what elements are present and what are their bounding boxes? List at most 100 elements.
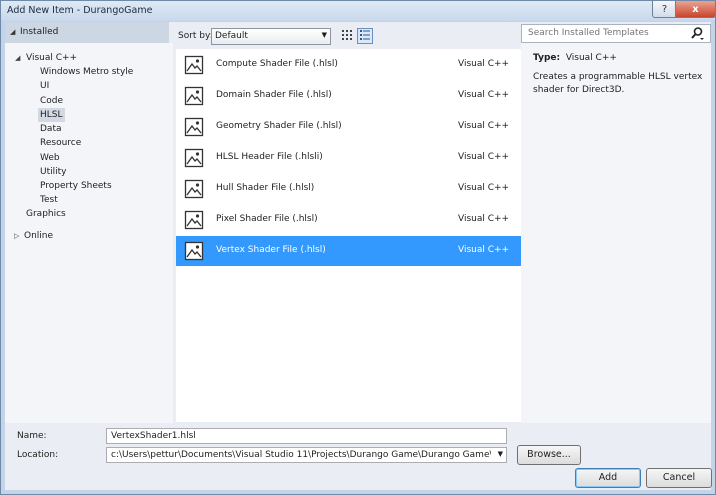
image-file-icon — [184, 117, 204, 137]
list-toolbar: Sort by: Default ▼ — [173, 22, 521, 50]
close-button[interactable]: x — [675, 1, 716, 18]
location-combobox[interactable]: ▼ — [106, 447, 507, 463]
sort-by-label: Sort by: — [178, 31, 213, 41]
cancel-label: Cancel — [662, 472, 696, 483]
collapse-icon: ◢ — [15, 54, 21, 62]
tree-item-visual-cpp[interactable]: ◢ Visual C++ — [15, 51, 78, 65]
image-file-icon — [184, 148, 204, 168]
chevron-down-icon[interactable]: ▼ — [498, 450, 503, 458]
expand-icon: ▷ — [14, 232, 20, 240]
list-view-icon — [360, 30, 370, 40]
add-button[interactable]: Add — [575, 468, 641, 488]
tree-item-label: Code — [40, 96, 64, 106]
template-language: Visual C++ — [458, 245, 510, 255]
tree-item-label: Data — [40, 124, 62, 134]
sort-by-select[interactable]: Default ▼ — [211, 28, 331, 45]
tree-item-resource[interactable]: Resource — [40, 136, 81, 150]
name-field[interactable] — [106, 428, 507, 444]
template-category-tree: ◢ Visual C++ Windows Metro style UI Code … — [5, 43, 173, 423]
tree-item-label: Resource — [40, 138, 82, 148]
name-label: Name: — [17, 431, 47, 441]
template-row-hull-shader[interactable]: Hull Shader File (.hlsl) Visual C++ — [176, 174, 522, 204]
template-row-vertex-shader[interactable]: Vertex Shader File (.hlsl) Visual C++ — [176, 236, 522, 266]
tree-item-label: Test — [40, 195, 58, 205]
location-label-text: Location: — [17, 450, 59, 460]
help-icon: ? — [661, 3, 668, 15]
tree-item-utility[interactable]: Utility — [40, 165, 66, 179]
search-templates-box[interactable] — [521, 24, 711, 43]
tree-item-label: Property Sheets — [40, 181, 112, 191]
small-icons-view-button[interactable] — [339, 28, 355, 44]
template-language: Visual C++ — [458, 152, 510, 162]
cancel-button[interactable]: Cancel — [646, 468, 712, 488]
add-new-item-dialog: Add New Item - DurangoGame ? x ◢ Install… — [0, 0, 716, 495]
tree-item-data[interactable]: Data — [40, 122, 62, 136]
search-icon[interactable] — [690, 26, 704, 40]
tree-item-ui[interactable]: UI — [40, 79, 49, 93]
type-label: Type: — [533, 53, 561, 63]
tree-item-test[interactable]: Test — [40, 193, 58, 207]
template-language: Visual C++ — [458, 59, 510, 69]
image-file-icon — [184, 179, 204, 199]
add-label: Add — [598, 472, 618, 483]
template-name: HLSL Header File (.hlsli) — [216, 152, 323, 162]
chevron-down-icon: ▼ — [321, 31, 327, 39]
tree-item-hlsl[interactable]: HLSL — [38, 108, 65, 122]
tree-item-label: Web — [40, 153, 60, 163]
installed-header[interactable]: ◢ Installed — [5, 22, 169, 43]
template-list: Compute Shader File (.hlsl) Visual C++ D… — [176, 49, 522, 422]
search-input[interactable] — [526, 27, 680, 39]
name-input[interactable] — [111, 431, 491, 441]
template-type: Type: Visual C++ — [533, 53, 617, 63]
template-row-pixel-shader[interactable]: Pixel Shader File (.hlsl) Visual C++ — [176, 205, 522, 235]
image-file-icon — [184, 241, 204, 261]
image-file-icon — [184, 55, 204, 75]
template-name: Geometry Shader File (.hlsl) — [216, 121, 342, 131]
tree-item-online[interactable]: ▷ Online — [14, 229, 54, 243]
template-language: Visual C++ — [458, 214, 510, 224]
template-row-geometry-shader[interactable]: Geometry Shader File (.hlsl) Visual C++ — [176, 112, 522, 142]
template-details-panel: Type: Visual C++ Creates a programmable … — [521, 43, 711, 423]
installed-label: Installed — [20, 27, 59, 37]
title-bar: Add New Item - DurangoGame ? x — [1, 1, 716, 21]
tree-item-label: Windows Metro style — [40, 67, 134, 77]
window-title: Add New Item - DurangoGame — [7, 5, 153, 16]
expand-icon: ◢ — [10, 28, 16, 36]
tree-item-label: UI — [40, 81, 50, 91]
dialog-body: ◢ Installed ◢ Visual C++ Windows Metro st… — [5, 22, 712, 490]
tree-item-windows-metro-style[interactable]: Windows Metro style — [40, 65, 133, 79]
tree-item-label: Utility — [40, 167, 67, 177]
template-name: Vertex Shader File (.hlsl) — [216, 245, 326, 255]
tree-item-graphics[interactable]: Graphics — [26, 207, 66, 221]
tree-item-web[interactable]: Web — [40, 151, 60, 165]
tree-item-code[interactable]: Code — [40, 94, 63, 108]
template-row-compute-shader[interactable]: Compute Shader File (.hlsl) Visual C++ — [176, 50, 522, 80]
image-file-icon — [184, 210, 204, 230]
location-label: Location: — [17, 450, 58, 460]
list-view-button[interactable] — [357, 28, 373, 44]
template-description: Creates a programmable HLSL vertex shade… — [533, 72, 703, 95]
template-name: Pixel Shader File (.hlsl) — [216, 214, 318, 224]
tree-item-property-sheets[interactable]: Property Sheets — [40, 179, 112, 193]
type-value: Visual C++ — [565, 53, 617, 63]
tree-item-label: HLSL — [40, 110, 63, 120]
template-name: Compute Shader File (.hlsl) — [216, 59, 338, 69]
tree-item-label: Graphics — [26, 209, 66, 219]
location-input[interactable] — [111, 450, 491, 460]
tree-item-label: Online — [24, 231, 54, 241]
template-language: Visual C++ — [458, 183, 510, 193]
template-row-domain-shader[interactable]: Domain Shader File (.hlsl) Visual C++ — [176, 81, 522, 111]
name-label-text: Name: — [17, 431, 47, 441]
template-row-hlsl-header[interactable]: HLSL Header File (.hlsli) Visual C++ — [176, 143, 522, 173]
browse-label: Browse... — [527, 449, 571, 460]
sort-by-value: Default — [215, 31, 248, 41]
browse-button[interactable]: Browse... — [517, 445, 581, 465]
grid-view-icon — [342, 30, 352, 40]
template-language: Visual C++ — [458, 121, 510, 131]
help-button[interactable]: ? — [652, 1, 677, 18]
tree-item-label: Visual C++ — [26, 53, 78, 63]
close-icon: x — [692, 3, 699, 15]
template-name: Hull Shader File (.hlsl) — [216, 183, 315, 193]
image-file-icon — [184, 86, 204, 106]
template-name: Domain Shader File (.hlsl) — [216, 90, 332, 100]
